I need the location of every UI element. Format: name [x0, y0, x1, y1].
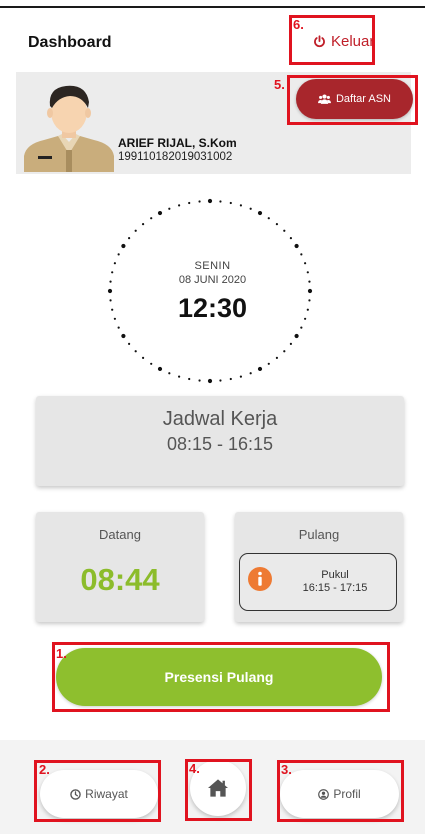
clock-tick: [157, 210, 163, 216]
clock-tick: [249, 372, 252, 375]
clock-tick: [168, 372, 171, 375]
clock-tick: [157, 366, 163, 372]
clock-tick: [134, 229, 137, 232]
arrival-label: Datang: [99, 527, 141, 542]
annotation-number-2: 2.: [39, 762, 50, 777]
clock-tick: [150, 217, 153, 220]
clock-tick: [219, 379, 222, 382]
clock-tick: [207, 198, 213, 204]
schedule-title: Jadwal Kerja: [162, 408, 278, 430]
user-name: ARIEF RIJAL, S.Kom: [118, 136, 237, 150]
clock-tick: [141, 223, 145, 226]
clock-tick: [300, 253, 303, 256]
clock-tick: [239, 204, 242, 207]
clock-dial: [107, 198, 313, 384]
clock-tick: [267, 217, 270, 220]
clock-tick: [249, 207, 252, 210]
user-nip: 199110182019031002: [118, 151, 233, 163]
user-avatar-icon: [24, 85, 114, 172]
clock-tick: [219, 200, 222, 203]
clock-tick: [121, 333, 126, 339]
annotation-box-1: [52, 642, 390, 712]
top-divider: [0, 6, 425, 8]
clock-tick: [150, 362, 153, 365]
annotation-number-6: 6.: [293, 17, 304, 32]
page-title: Dashboard: [28, 34, 112, 51]
clock-tick: [128, 342, 131, 345]
clock-tick: [207, 378, 213, 384]
annotation-number-4: 4.: [189, 761, 200, 776]
clock-tick: [168, 207, 171, 210]
clock-tick: [117, 326, 120, 329]
annotation-number-3: 3.: [281, 762, 292, 777]
clock-tick: [198, 379, 201, 382]
clock-tick: [289, 237, 292, 240]
departure-pukul: Pukul: [321, 569, 349, 581]
clock-tick: [229, 201, 232, 205]
clock-tick: [178, 204, 181, 207]
annotation-number-5: 5.: [274, 77, 285, 92]
clock-tick: [257, 366, 263, 372]
clock-date: 08 JUNI 2020: [178, 274, 247, 286]
annotation-box-2: [34, 760, 161, 822]
clock-tick: [239, 375, 242, 378]
clock-tick: [198, 200, 201, 203]
clock-tick: [117, 253, 120, 256]
arrival-time: 08:44: [80, 562, 160, 597]
clock-day: SENIN: [194, 260, 231, 272]
schedule-time: 08:15 - 16:15: [166, 434, 274, 454]
annotation-box-3: [277, 760, 404, 822]
clock-tick: [289, 342, 292, 345]
departure-range: 16:15 - 17:15: [302, 582, 368, 594]
annotation-box-5: [287, 75, 418, 125]
clock-tick: [134, 350, 137, 353]
annotation-number-1: 1.: [56, 646, 67, 661]
clock-tick: [275, 356, 279, 359]
clock-tick: [141, 356, 145, 359]
info-icon: [248, 567, 272, 591]
clock-tick: [275, 223, 279, 226]
clock-tick: [188, 201, 191, 205]
clock-tick: [283, 350, 286, 353]
clock-tick: [257, 210, 263, 216]
clock-tick: [294, 333, 299, 339]
clock-tick: [300, 326, 303, 329]
clock-tick: [188, 377, 191, 381]
clock-tick: [283, 229, 286, 232]
clock-time: 12:30: [177, 293, 248, 323]
departure-label: Pulang: [298, 527, 340, 542]
clock-tick: [294, 243, 299, 249]
clock-tick: [128, 237, 131, 240]
clock-tick: [229, 377, 232, 381]
clock-tick: [178, 375, 181, 378]
clock-tick: [267, 362, 270, 365]
clock-tick: [121, 243, 126, 249]
